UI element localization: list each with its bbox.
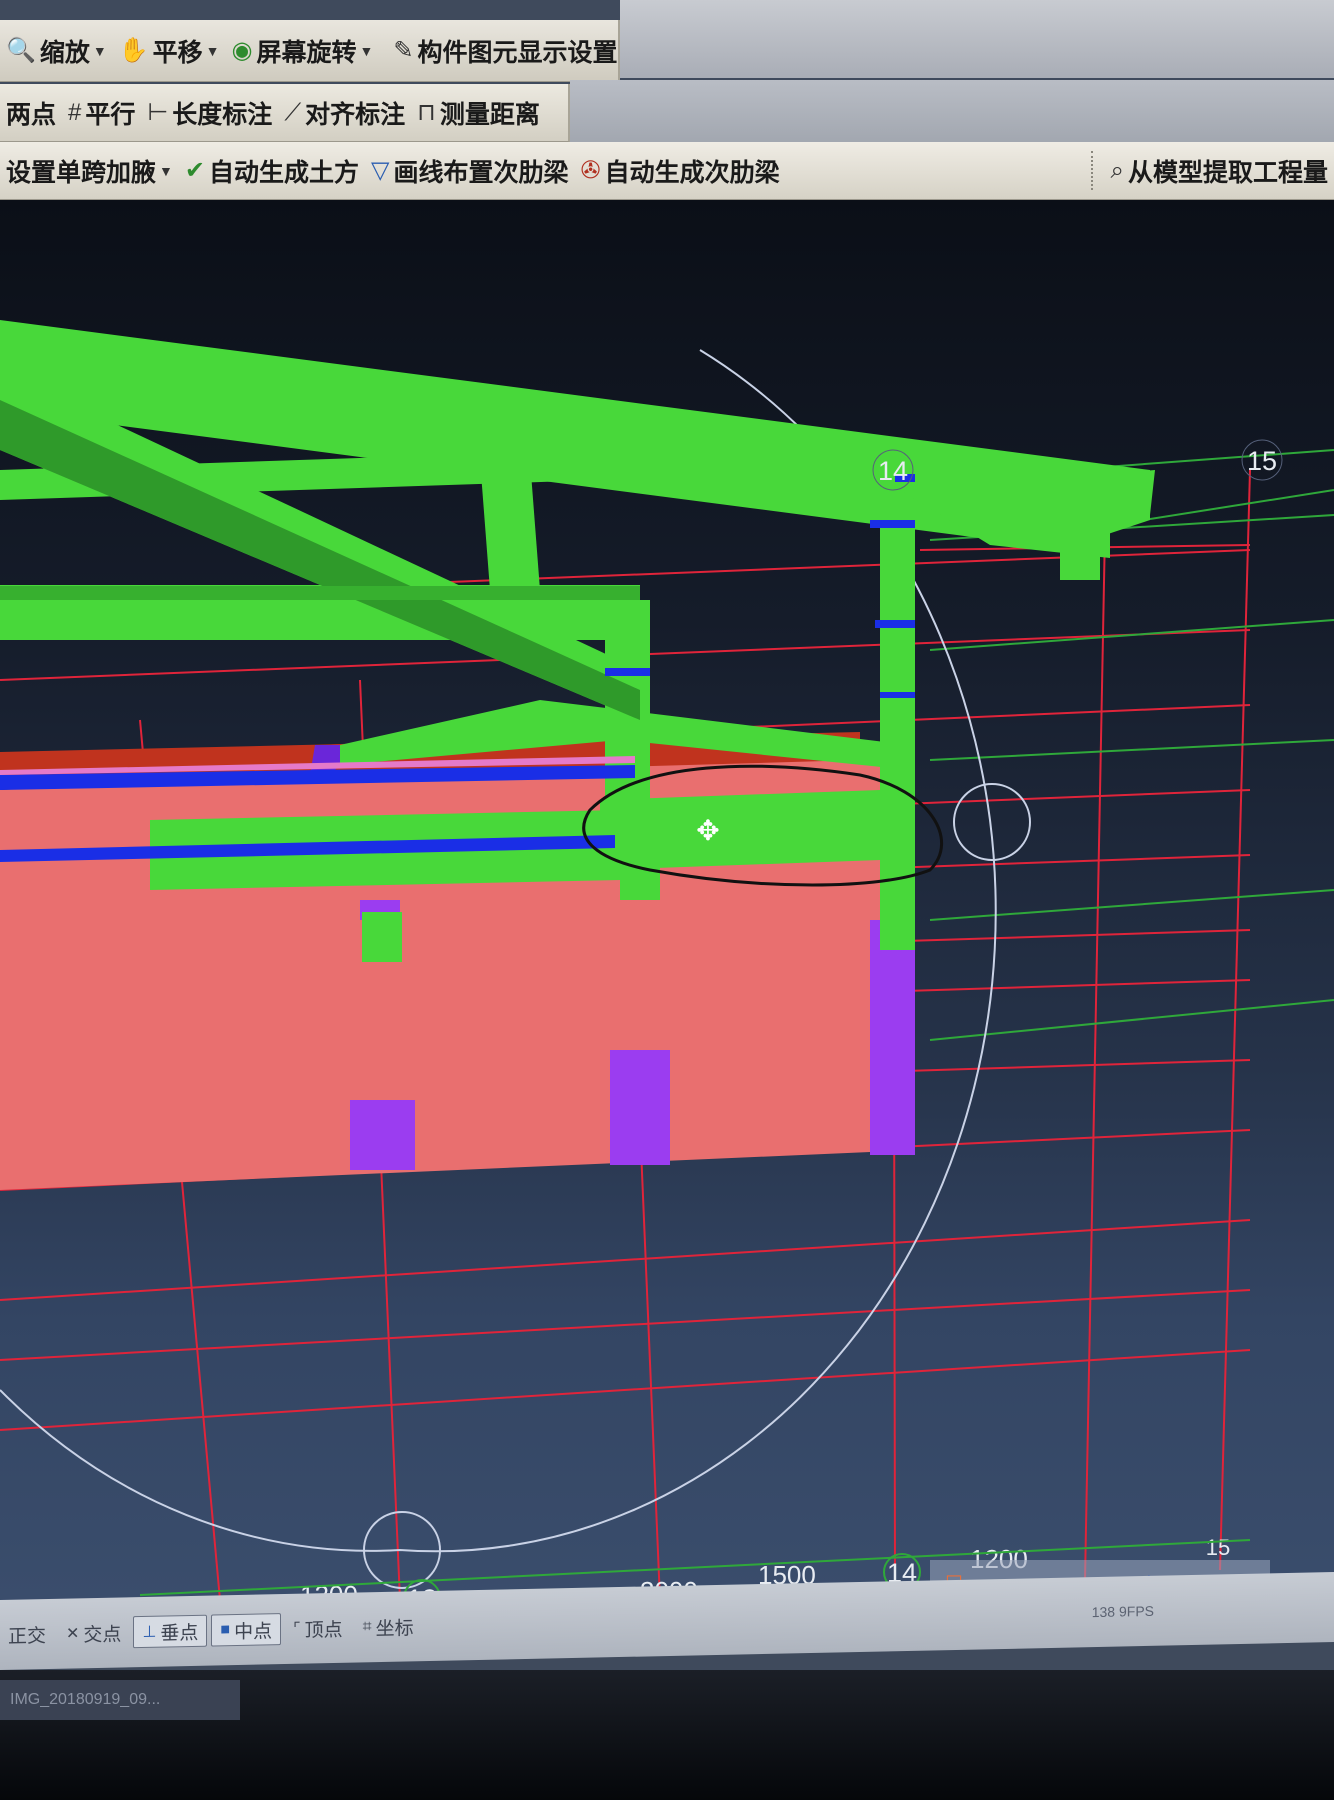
midpoint-snap-toggle[interactable]: ■ 中点	[211, 1613, 282, 1647]
parallel-label: 平行	[85, 100, 136, 129]
chevron-down-icon: ▼	[92, 42, 107, 59]
chevron-down-icon: ▼	[359, 42, 374, 59]
rotate-icon: ◉	[231, 37, 253, 64]
pan-button[interactable]: ✋ 平移 ▼	[113, 20, 226, 81]
taskbar-item-label: IMG_20180919_09...	[10, 1691, 161, 1708]
axis-label-bottom-15: 15	[1206, 1535, 1230, 1560]
vertex-icon: ⌜	[293, 1620, 301, 1638]
extract-quantity-button[interactable]: ⌕ 从模型提取工程量	[1105, 142, 1334, 199]
rotate-button[interactable]: ◉ 屏幕旋转 ▼	[226, 20, 380, 81]
os-taskbar: IMG_20180919_09...	[0, 1670, 1334, 1800]
auto-earthwork-label: 自动生成土方	[208, 158, 359, 187]
auto-secondary-rib-label: 自动生成次肋梁	[604, 158, 780, 187]
measure-distance-label: 测量距离	[439, 100, 540, 129]
axis-label-top-15: 15	[1247, 446, 1277, 476]
hand-icon: ✋	[118, 37, 149, 64]
coordinate-snap-toggle[interactable]: ⌗ 坐标	[355, 1611, 422, 1642]
draw-secondary-rib-button[interactable]: ▽ 画线布置次肋梁	[365, 142, 574, 199]
chevron-down-icon: ▼	[205, 42, 220, 59]
magnifier-icon: 🔍	[6, 37, 36, 64]
aligned-dimension-button[interactable]: ⟋ 对齐标注	[278, 84, 411, 141]
coordinate-label: 坐标	[375, 1617, 414, 1640]
midpoint-icon: ■	[220, 1621, 231, 1639]
zoom-label: 缩放	[39, 38, 90, 67]
auto-earthwork-button[interactable]: ✔ 自动生成土方	[179, 142, 365, 199]
search-icon: ⌕	[1110, 156, 1124, 184]
axis-label-top-14: 14	[878, 456, 908, 486]
dimension-toolbar: 两点 # 平行 ⊢ 长度标注 ⟋ 对齐标注 ⊓ 测量距离	[0, 84, 570, 142]
zoom-button[interactable]: 🔍 缩放 ▼	[0, 20, 113, 81]
perpendicular-snap-toggle[interactable]: ⊥ 垂点	[133, 1614, 208, 1649]
single-span-haunch-button[interactable]: 设置单跨加腋 ▼	[0, 142, 179, 199]
aligned-dimension-icon: ⟋	[284, 98, 302, 126]
beam-shadow	[0, 586, 640, 600]
toolbar-background	[620, 0, 1334, 78]
display-settings-label: 构件图元显示设置	[417, 38, 618, 67]
brush-icon: ✎	[393, 37, 414, 64]
perpendicular-label: 垂点	[160, 1622, 199, 1645]
draw-secondary-rib-label: 画线布置次肋梁	[393, 158, 569, 187]
ortho-toggle[interactable]: 正交	[0, 1619, 54, 1650]
midpoint-label: 中点	[234, 1620, 273, 1643]
view-toolbar: 🔍 缩放 ▼ ✋ 平移 ▼ ◉ 屏幕旋转 ▼ ✎ 构件图元显示设置	[0, 20, 620, 82]
length-dimension-label: 长度标注	[172, 100, 273, 129]
move-cursor-icon: ✥	[696, 815, 719, 846]
aligned-dimension-label: 对齐标注	[305, 100, 406, 129]
measure-distance-button[interactable]: ⊓ 测量距离	[411, 84, 546, 141]
fps-readout: 138 9FPS	[1091, 1602, 1154, 1621]
coordinate-icon: ⌗	[362, 1618, 372, 1636]
single-span-haunch-label: 设置单跨加腋	[6, 158, 157, 187]
vertex-label: 顶点	[304, 1619, 343, 1642]
perpendicular-icon: ⊥	[142, 1623, 157, 1642]
parallel-button[interactable]: # 平行	[62, 84, 141, 141]
auto-rib-icon: ✇	[580, 157, 601, 184]
orbit-handle[interactable]	[953, 783, 1031, 861]
toolbar-grip[interactable]	[1090, 150, 1099, 191]
two-points-button[interactable]: 两点	[0, 84, 62, 141]
toolbar-background	[570, 80, 1334, 142]
checkmark-icon: ✔	[184, 157, 205, 184]
two-points-label: 两点	[6, 100, 57, 129]
parallel-icon: #	[68, 98, 82, 126]
model-canvas[interactable]: ✥ 14 15 13 14 15 3000 1200 3000 1500 120…	[0, 200, 1334, 1600]
ruler-icon: ⊓	[417, 99, 436, 126]
model-viewport[interactable]: ✥ 14 15 13 14 15 3000 1200 3000 1500 120…	[0, 200, 1334, 1600]
intersection-icon: ✕	[66, 1625, 80, 1643]
structure-toolbar: 设置单跨加腋 ▼ ✔ 自动生成土方 ▽ 画线布置次肋梁 ✇ 自动生成次肋梁 ⌕ …	[0, 142, 1334, 200]
chevron-down-icon: ▼	[159, 162, 173, 179]
vertex-snap-toggle[interactable]: ⌜ 顶点	[285, 1613, 351, 1644]
pan-label: 平移	[152, 38, 203, 67]
auto-secondary-rib-button[interactable]: ✇ 自动生成次肋梁	[574, 142, 785, 199]
intersection-snap-toggle[interactable]: ✕ 交点	[58, 1617, 129, 1648]
rotate-label: 屏幕旋转	[256, 38, 357, 67]
funnel-icon: ▽	[371, 157, 390, 184]
taskbar-item[interactable]: IMG_20180919_09...	[0, 1680, 240, 1720]
length-dimension-button[interactable]: ⊢ 长度标注	[141, 84, 278, 141]
extract-quantity-label: 从模型提取工程量	[1127, 158, 1328, 187]
length-dimension-icon: ⊢	[147, 99, 169, 126]
ortho-label: 正交	[8, 1625, 47, 1648]
display-settings-button[interactable]: ✎ 构件图元显示设置	[387, 20, 623, 81]
intersection-label: 交点	[83, 1623, 122, 1646]
